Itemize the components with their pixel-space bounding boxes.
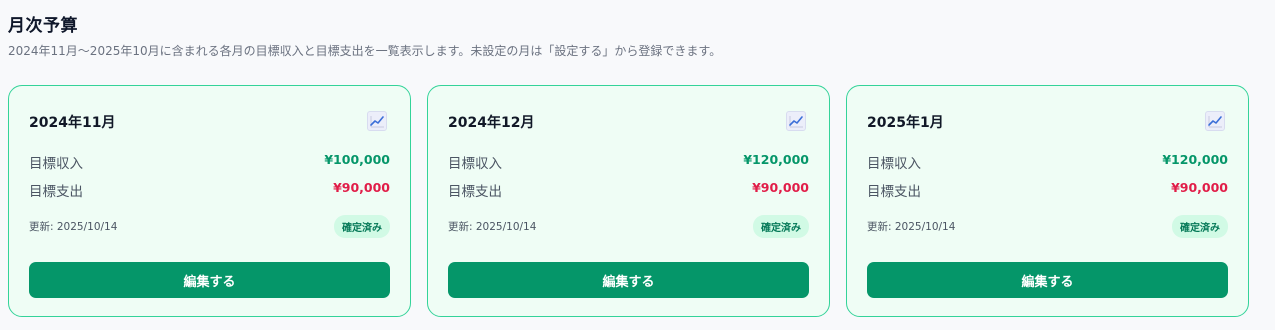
card-month-title: 2025年1月 [867, 115, 944, 131]
card-month-title: 2024年11月 [29, 115, 116, 131]
income-value: ¥120,000 [1162, 152, 1228, 167]
budget-card: 2024年11月 目標収入 ¥100,000 目標支出 ¥90,000 更新: … [8, 85, 411, 317]
card-meta: 更新: 2025/10/14 確定済み [867, 214, 1228, 238]
edit-button[interactable]: 編集する [29, 262, 390, 298]
income-label: 目標収入 [448, 156, 502, 172]
status-badge: 確定済み [334, 214, 390, 238]
chart-increasing-icon [367, 111, 387, 131]
income-label: 目標収入 [29, 156, 83, 172]
expense-row: 目標支出 ¥90,000 [29, 180, 390, 200]
income-row: 目標収入 ¥100,000 [29, 152, 390, 172]
budget-card: 2025年1月 目標収入 ¥120,000 目標支出 ¥90,000 更新: 2… [846, 85, 1249, 317]
card-meta: 更新: 2025/10/14 確定済み [448, 214, 809, 238]
status-badge: 確定済み [753, 214, 809, 238]
edit-button[interactable]: 編集する [448, 262, 809, 298]
updated-date: 更新: 2025/10/14 [448, 220, 537, 233]
updated-date: 更新: 2025/10/14 [867, 220, 956, 233]
budget-card-list: 2024年11月 目標収入 ¥100,000 目標支出 ¥90,000 更新: … [8, 85, 1249, 317]
chart-increasing-icon [786, 111, 806, 131]
budget-card: 2024年12月 目標収入 ¥120,000 目標支出 ¥90,000 更新: … [427, 85, 830, 317]
expense-row: 目標支出 ¥90,000 [448, 180, 809, 200]
income-label: 目標収入 [867, 156, 921, 172]
updated-date: 更新: 2025/10/14 [29, 220, 118, 233]
page-title: 月次予算 [8, 16, 78, 36]
edit-button[interactable]: 編集する [867, 262, 1228, 298]
income-value: ¥120,000 [743, 152, 809, 167]
income-row: 目標収入 ¥120,000 [448, 152, 809, 172]
expense-value: ¥90,000 [752, 180, 809, 195]
card-month-title: 2024年12月 [448, 115, 535, 131]
status-badge: 確定済み [1172, 214, 1228, 238]
expense-label: 目標支出 [448, 184, 502, 200]
income-row: 目標収入 ¥120,000 [867, 152, 1228, 172]
page-description: 2024年11月〜2025年10月に含まれる各月の目標収入と目標支出を一覧表示し… [8, 44, 722, 58]
expense-label: 目標支出 [867, 184, 921, 200]
chart-increasing-icon [1205, 111, 1225, 131]
expense-row: 目標支出 ¥90,000 [867, 180, 1228, 200]
income-value: ¥100,000 [324, 152, 390, 167]
expense-value: ¥90,000 [1171, 180, 1228, 195]
card-meta: 更新: 2025/10/14 確定済み [29, 214, 390, 238]
expense-label: 目標支出 [29, 184, 83, 200]
expense-value: ¥90,000 [333, 180, 390, 195]
